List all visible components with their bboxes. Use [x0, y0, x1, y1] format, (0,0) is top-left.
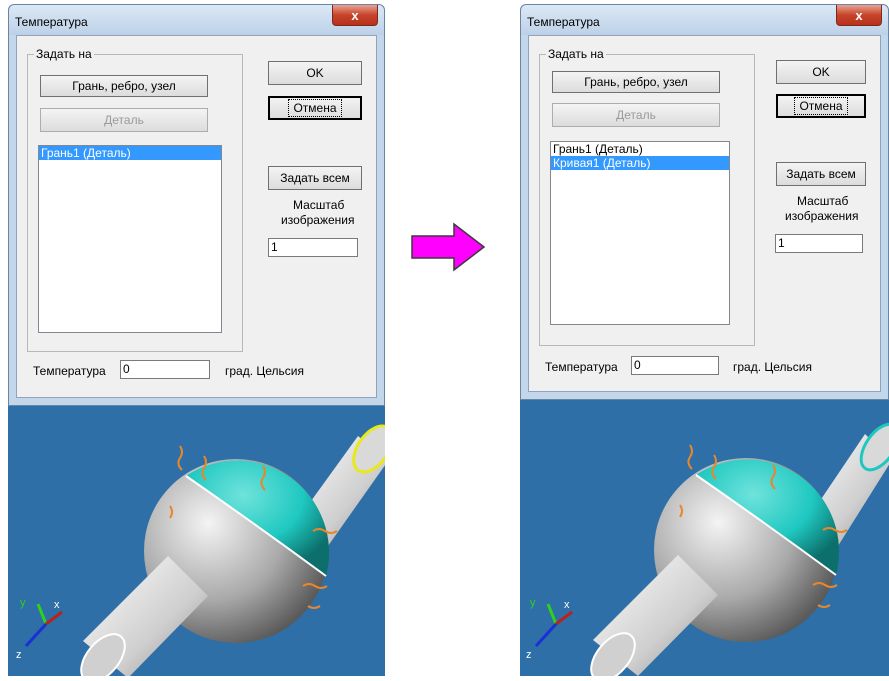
- temperature-dialog: Температура x Задать на Грань, ребро, уз…: [8, 4, 385, 406]
- close-icon: x: [855, 7, 863, 23]
- temperature-input[interactable]: 0: [631, 356, 719, 375]
- axis-x-label: x: [54, 599, 60, 611]
- temperature-dialog: Температура x Задать на Грань, ребро, уз…: [520, 4, 889, 400]
- dialog-client: Задать на Грань, ребро, узел Деталь Гран…: [16, 35, 377, 398]
- selection-list[interactable]: Грань1 (Деталь): [38, 145, 222, 333]
- close-button[interactable]: x: [836, 5, 882, 26]
- left-panel: Температура x Задать на Грань, ребро, уз…: [8, 4, 394, 681]
- group-label: Задать на: [34, 47, 94, 61]
- list-item[interactable]: Кривая1 (Деталь): [551, 156, 729, 170]
- scale-input[interactable]: 1: [775, 234, 863, 253]
- model-render: y x z: [16, 424, 394, 681]
- cancel-button[interactable]: Отмена: [776, 94, 866, 118]
- temperature-input[interactable]: 0: [120, 360, 210, 379]
- scale-label-line2: изображения: [785, 209, 859, 223]
- axis-x-label: x: [564, 599, 570, 611]
- part-button-label: Деталь: [104, 113, 144, 127]
- cancel-button[interactable]: Отмена: [268, 96, 362, 120]
- axis-z-label: z: [16, 649, 22, 661]
- cancel-button-label: Отмена: [288, 99, 342, 117]
- mode-button[interactable]: Грань, ребро, узел: [552, 71, 720, 93]
- dialog-title: Температура: [527, 15, 600, 29]
- part-button[interactable]: Деталь: [40, 108, 208, 132]
- transition-arrow-icon: [411, 222, 486, 272]
- list-item[interactable]: Грань1 (Деталь): [551, 142, 729, 156]
- assign-to-group: Задать на Грань, ребро, узел Деталь Гран…: [539, 47, 755, 346]
- mode-button-label: Грань, ребро, узел: [72, 79, 176, 93]
- title-bar[interactable]: Температура x: [521, 5, 888, 35]
- cancel-button-label: Отмена: [794, 97, 848, 115]
- close-icon: x: [351, 7, 359, 23]
- mode-button[interactable]: Грань, ребро, узел: [40, 75, 208, 97]
- group-label: Задать на: [546, 47, 606, 61]
- axis-z-label: z: [526, 649, 532, 661]
- ok-button-label: OK: [812, 65, 830, 79]
- scale-label-line2: изображения: [281, 213, 355, 227]
- title-bar[interactable]: Температура x: [9, 5, 384, 35]
- temperature-unit: град. Цельсия: [225, 364, 305, 378]
- ok-button[interactable]: OK: [268, 61, 362, 85]
- temperature-label: Температура: [33, 364, 106, 378]
- axis-y-label: y: [20, 597, 26, 609]
- scale-label-line1: Масштаб: [797, 194, 849, 208]
- 3d-viewport[interactable]: y x z: [8, 406, 394, 681]
- model-render: y x z: [526, 422, 889, 681]
- 3d-viewport[interactable]: y x z: [520, 400, 889, 681]
- set-all-button-label: Задать всем: [280, 171, 350, 185]
- right-panel: Температура x Задать на Грань, ребро, уз…: [520, 4, 889, 681]
- temperature-label: Температура: [545, 360, 618, 374]
- assign-to-group: Задать на Грань, ребро, узел Деталь Гран…: [27, 47, 243, 352]
- set-all-button-label: Задать всем: [786, 167, 856, 181]
- ok-button-label: OK: [306, 66, 324, 80]
- mode-button-label: Грань, ребро, узел: [584, 75, 688, 89]
- set-all-button[interactable]: Задать всем: [268, 166, 362, 190]
- temperature-unit: град. Цельсия: [733, 360, 813, 374]
- part-button-label: Деталь: [616, 108, 656, 122]
- set-all-button[interactable]: Задать всем: [776, 162, 866, 186]
- scale-label-line1: Масштаб: [293, 198, 345, 212]
- dialog-client: Задать на Грань, ребро, узел Деталь Гран…: [528, 35, 881, 392]
- close-button[interactable]: x: [332, 5, 378, 26]
- part-button[interactable]: Деталь: [552, 103, 720, 127]
- ok-button[interactable]: OK: [776, 60, 866, 84]
- axis-y-label: y: [530, 597, 536, 609]
- dialog-title: Температура: [15, 15, 88, 29]
- scale-input[interactable]: 1: [268, 238, 358, 257]
- selection-list[interactable]: Грань1 (Деталь) Кривая1 (Деталь): [550, 141, 730, 325]
- list-item[interactable]: Грань1 (Деталь): [39, 146, 221, 160]
